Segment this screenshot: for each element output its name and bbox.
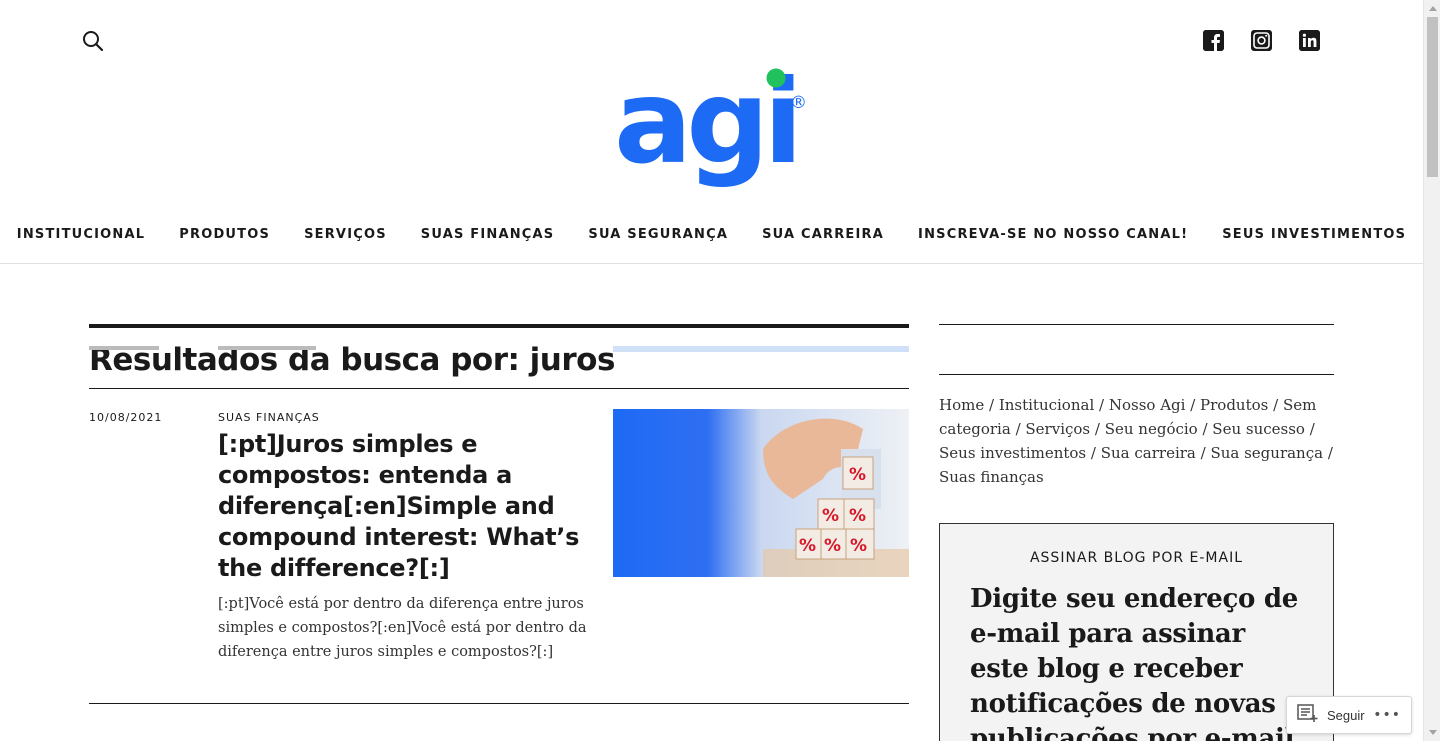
nav-item-institucional[interactable]: INSTITUCIONAL	[0, 227, 162, 242]
more-options-icon[interactable]: •••	[1373, 707, 1401, 723]
svg-text:%: %	[799, 536, 816, 556]
category-link[interactable]: Home	[939, 396, 984, 414]
svg-text:%: %	[850, 536, 867, 556]
svg-text:%: %	[822, 506, 839, 526]
nav-item-sua-seguranca[interactable]: SUA SEGURANÇA	[571, 227, 745, 242]
logo-dot	[766, 68, 786, 88]
main-navigation: INSTITUCIONAL PRODUTOS SERVIÇOS SUAS FIN…	[0, 227, 1423, 242]
title-top-rule	[89, 324, 909, 328]
follow-button[interactable]: Seguir •••	[1286, 696, 1412, 734]
category-link[interactable]: Suas finanças	[939, 468, 1044, 486]
subscribe-description: Digite seu endereço de e-mail para assin…	[970, 584, 1303, 741]
instagram-icon[interactable]	[1251, 30, 1272, 51]
facebook-icon[interactable]	[1203, 30, 1224, 51]
nav-item-inscreva-se[interactable]: INSCREVA-SE NO NOSSO CANAL!	[901, 227, 1205, 242]
scroll-down-arrow-icon[interactable]	[1424, 724, 1440, 741]
category-link[interactable]: Produtos	[1200, 396, 1268, 414]
category-link[interactable]: Seus investimentos	[939, 444, 1086, 462]
nav-item-sua-carreira[interactable]: SUA CARREIRA	[745, 227, 901, 242]
category-links: Home / Institucional / Nosso Agi / Produ…	[939, 396, 1333, 486]
nav-item-seus-investimentos[interactable]: SEUS INVESTIMENTOS	[1205, 227, 1423, 242]
subscribe-title: ASSINAR BLOG POR E-MAIL	[1029, 550, 1244, 566]
follow-label: Seguir	[1327, 707, 1365, 723]
social-links	[1203, 30, 1320, 51]
post-date: 10/08/2021	[89, 411, 163, 424]
nav-item-suas-financas[interactable]: SUAS FINANÇAS	[404, 227, 572, 242]
post-excerpt: [:pt]Você está por dentro da diferença e…	[218, 596, 587, 660]
sidebar-second-rule	[939, 374, 1334, 375]
nav-item-produtos[interactable]: PRODUTOS	[162, 227, 287, 242]
svg-text:%: %	[824, 536, 841, 556]
scrollbar[interactable]	[1423, 0, 1440, 741]
svg-text:%: %	[849, 506, 866, 526]
post-divider	[89, 703, 909, 704]
linkedin-icon[interactable]	[1299, 30, 1320, 51]
scroll-thumb[interactable]	[1427, 17, 1438, 177]
category-link[interactable]: Sua carreira	[1101, 444, 1196, 462]
svg-text:%: %	[849, 465, 866, 485]
search-icon[interactable]	[80, 28, 106, 54]
scroll-up-arrow-icon[interactable]	[1424, 0, 1440, 17]
post-title[interactable]: [:pt]Juros simples e compostos: entenda …	[218, 429, 593, 584]
post-thumbnail[interactable]: % % % % % %	[613, 409, 909, 577]
search-result-post: 10/08/2021 SUAS FINANÇAS [:pt]Juros simp…	[89, 389, 909, 703]
search-results: Resultados da busca por: juros 10/08/202…	[89, 324, 909, 704]
category-link[interactable]: Sua segurança	[1210, 444, 1323, 462]
agi-logo[interactable]: agi ®	[614, 55, 814, 191]
category-link[interactable]: Institucional	[999, 396, 1094, 414]
header-divider	[0, 263, 1423, 264]
category-link[interactable]: Seu sucesso	[1212, 420, 1305, 438]
post-category[interactable]: SUAS FINANÇAS	[218, 411, 320, 424]
email-subscribe-widget: ASSINAR BLOG POR E-MAIL Digite seu ender…	[939, 523, 1334, 741]
follow-icon	[1297, 703, 1319, 727]
next-post-peek	[89, 346, 909, 356]
logo-registered-mark: ®	[790, 93, 807, 113]
nav-item-servicos[interactable]: SERVIÇOS	[287, 227, 404, 242]
category-link[interactable]: Serviços	[1025, 420, 1090, 438]
category-link[interactable]: Seu negócio	[1105, 420, 1198, 438]
sidebar: Home / Institucional / Nosso Agi / Produ…	[939, 324, 1334, 741]
category-link[interactable]: Nosso Agi	[1109, 396, 1186, 414]
